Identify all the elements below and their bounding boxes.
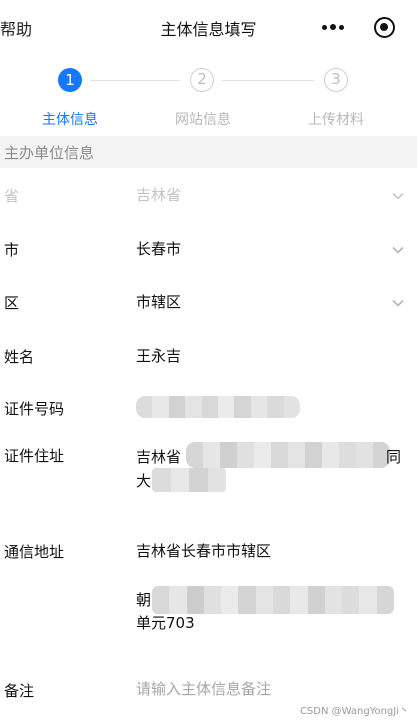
- step-2-label: 网站信息: [175, 112, 231, 128]
- progress-stepper: 1 2 3 主体信息 网站信息 上传材料: [0, 60, 417, 132]
- district-select[interactable]: 市辖区: [136, 291, 181, 313]
- remark-label: 备注: [4, 682, 35, 700]
- id-number-label: 证件号码: [4, 400, 65, 418]
- chevron-down-icon[interactable]: [392, 190, 404, 202]
- city-label: 市: [4, 241, 20, 259]
- remark-input[interactable]: 请输入主体信息备注: [136, 678, 271, 700]
- mail-address-region[interactable]: 吉林省长春市市辖区: [136, 540, 271, 562]
- mail-address-label: 通信地址: [4, 543, 65, 561]
- province-select[interactable]: 吉林省: [136, 184, 181, 206]
- mini-program-capsule: [310, 10, 410, 44]
- close-capsule-icon[interactable]: [374, 17, 395, 38]
- watermark: CSDN @WangYongJi丶: [299, 706, 409, 717]
- navigation-bar: 帮助 主体信息填写: [0, 0, 417, 56]
- id-address-redacted: [152, 468, 226, 492]
- province-label: 省: [4, 187, 20, 205]
- step-connector: [222, 80, 314, 81]
- id-address-text-start: 吉林省: [136, 448, 182, 466]
- city-select[interactable]: 长春市: [136, 238, 181, 260]
- step-3-label: 上传材料: [308, 112, 364, 128]
- section-header: 主办单位信息: [0, 136, 417, 168]
- district-label: 区: [4, 294, 20, 312]
- mail-address-line3: 单元703: [136, 614, 195, 632]
- id-address-line2-start: 大: [136, 472, 152, 490]
- chevron-down-icon[interactable]: [392, 244, 404, 256]
- step-connector: [90, 80, 180, 81]
- section-title: 主办单位信息: [4, 144, 95, 162]
- id-address-label: 证件住址: [4, 447, 65, 465]
- id-number-input[interactable]: [136, 396, 300, 418]
- id-address-redacted: [186, 442, 390, 468]
- step-3-indicator: 3: [324, 68, 348, 92]
- name-input[interactable]: 王永吉: [136, 345, 181, 367]
- step-1-indicator: 1: [58, 68, 82, 92]
- step-1-label: 主体信息: [42, 112, 98, 128]
- step-2-indicator: 2: [190, 68, 214, 92]
- name-label: 姓名: [4, 348, 35, 366]
- chevron-down-icon[interactable]: [392, 297, 404, 309]
- mail-address-line2-start: 朝: [136, 591, 152, 609]
- mail-address-redacted[interactable]: [152, 586, 394, 614]
- id-address-text-end: 同: [386, 448, 402, 466]
- more-icon[interactable]: [316, 16, 350, 38]
